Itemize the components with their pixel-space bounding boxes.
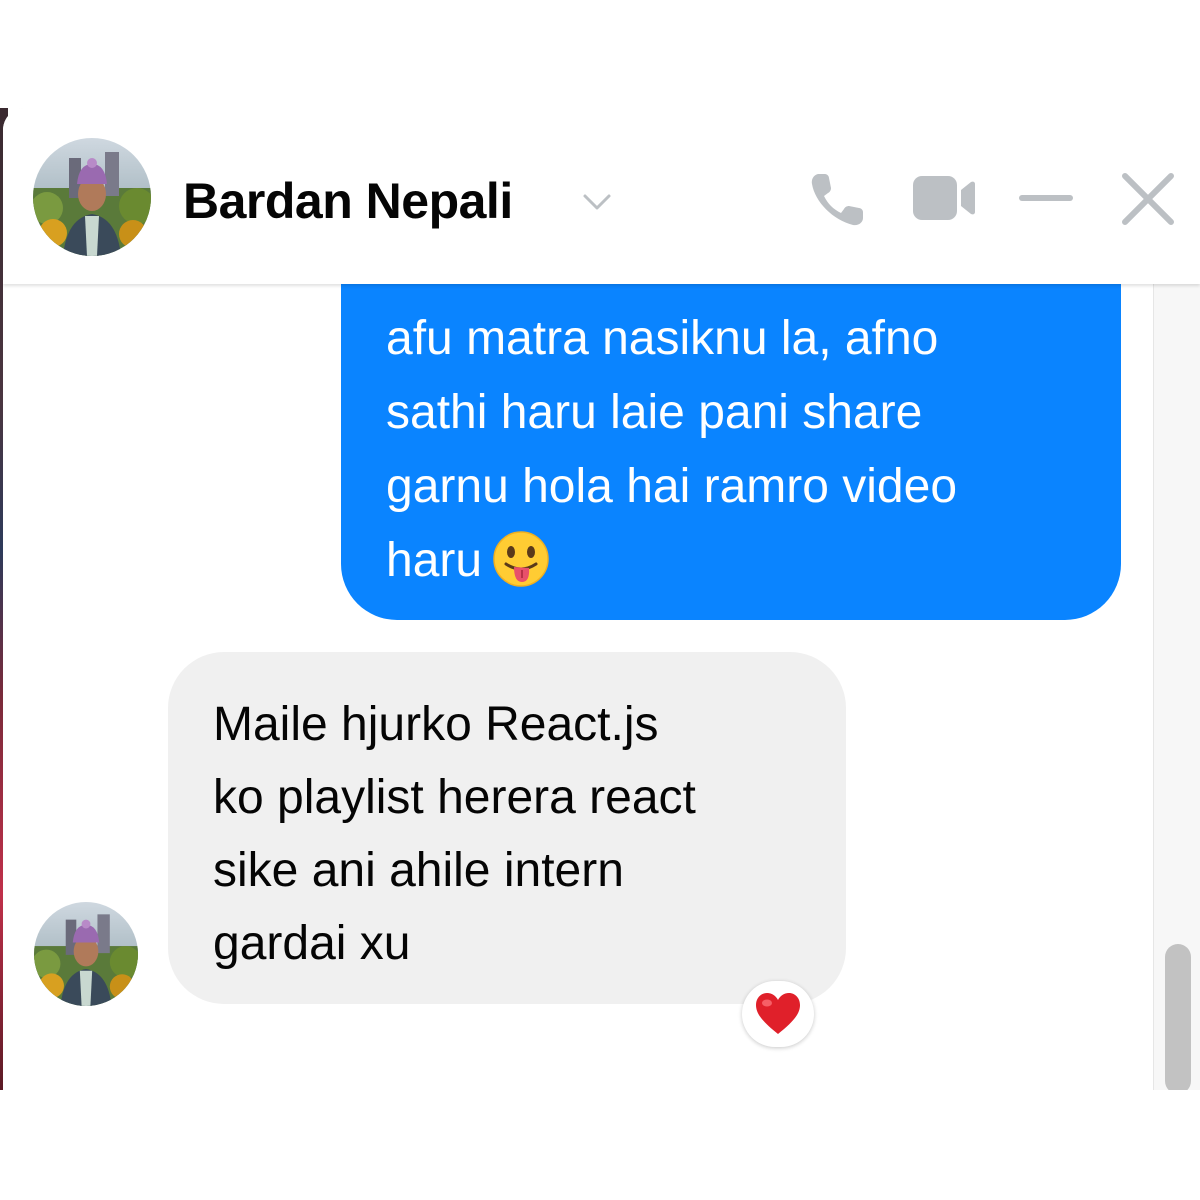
contact-name[interactable]: Bardan Nepali [183,172,513,230]
chat-window: Bardan Nepali afu matra nasiknu la, afno… [3,108,1200,1090]
close-icon[interactable] [1117,168,1179,230]
heart-icon [756,993,800,1034]
outgoing-message-bubble[interactable]: afu matra nasiknu la, afno sathi haru la… [341,268,1121,620]
minimize-icon[interactable] [1015,168,1077,230]
sender-avatar[interactable] [34,902,138,1006]
chat-header: Bardan Nepali [3,108,1200,284]
chevron-down-icon[interactable] [577,186,617,216]
heart-reaction[interactable] [742,981,814,1047]
scrollbar-thumb[interactable] [1165,944,1191,1090]
tongue-out-emoji-icon [493,531,549,587]
video-camera-icon[interactable] [909,168,977,228]
outgoing-message-text: afu matra nasiknu la, afno sathi haru la… [386,312,958,587]
phone-icon[interactable] [807,168,869,230]
incoming-message-bubble[interactable]: Maile hjurko React.js ko playlist herera… [168,652,846,1004]
incoming-message-text: Maile hjurko React.js ko playlist herera… [213,698,696,970]
contact-avatar[interactable] [33,138,151,256]
